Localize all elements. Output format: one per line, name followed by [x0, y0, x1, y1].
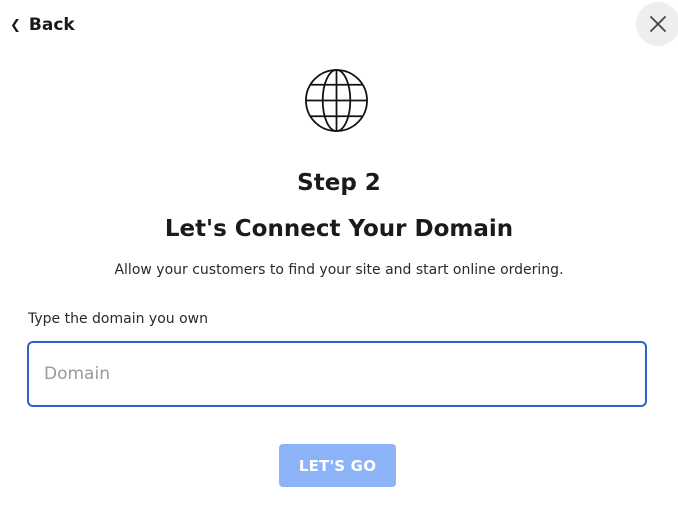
- back-button[interactable]: ❮ Back: [10, 12, 75, 38]
- domain-input[interactable]: [27, 341, 647, 407]
- connect-domain-modal: ❮ Back Step 2 Let's Connect Your Domain …: [0, 0, 678, 512]
- back-label: Back: [28, 15, 75, 35]
- close-icon: [650, 16, 666, 32]
- close-button[interactable]: [636, 2, 678, 46]
- chevron-left-icon: ❮: [10, 17, 21, 33]
- globe-icon: [305, 69, 368, 132]
- lets-go-button[interactable]: LET'S GO: [279, 444, 396, 487]
- page-title: Let's Connect Your Domain: [164, 216, 514, 242]
- page-subtitle: Allow your customers to find your site a…: [114, 262, 564, 278]
- step-heading: Step 2: [297, 170, 381, 196]
- domain-field-label: Type the domain you own: [28, 311, 208, 327]
